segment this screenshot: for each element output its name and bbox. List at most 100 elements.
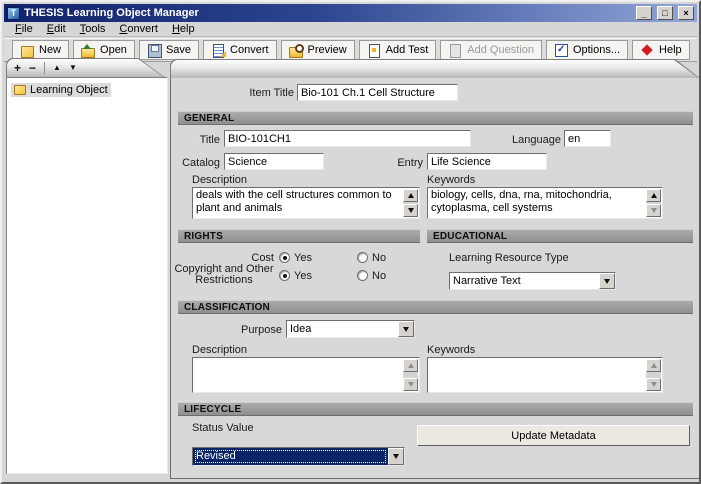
classification-description-textarea[interactable]: [192, 357, 420, 393]
copyright-yes-label: Yes: [294, 270, 312, 282]
keywords-textarea[interactable]: biology, cells, dna, rna, mitochondria, …: [427, 187, 663, 219]
purpose-label: Purpose: [171, 324, 282, 336]
learning-resource-type-dropdown[interactable]: Narrative Text: [449, 272, 616, 290]
app-icon: T: [7, 7, 20, 20]
educational-section-header: EDUCATIONAL: [427, 229, 693, 243]
scroll-down-icon[interactable]: [646, 378, 661, 391]
tree-toolbar-separator: [44, 62, 45, 74]
purpose-dropdown[interactable]: Idea: [286, 320, 415, 338]
description-label: Description: [192, 174, 247, 186]
learning-object-cube-icon: [14, 85, 26, 95]
maximize-button[interactable]: □: [657, 6, 673, 20]
options-button[interactable]: Options...: [546, 40, 628, 60]
entry-label: Entry: [371, 157, 423, 169]
copyright-label: Copyright and Other Restrictions: [171, 264, 277, 286]
classification-keywords-textarea[interactable]: [427, 357, 663, 393]
catalog-input[interactable]: [224, 153, 324, 170]
app-window: T THESIS Learning Object Manager _ □ × F…: [0, 0, 701, 484]
preview-button[interactable]: Preview: [281, 40, 355, 60]
general-section-header: GENERAL: [178, 111, 693, 125]
tree-move-down-button[interactable]: ▼: [69, 64, 77, 72]
tree-panel: Learning Object: [6, 77, 168, 474]
purpose-value: Idea: [287, 321, 398, 337]
menu-tools[interactable]: Tools: [73, 23, 113, 35]
description-scrollbar[interactable]: [403, 189, 418, 217]
add-question-icon: [448, 44, 463, 57]
learning-resource-type-label: Learning Resource Type: [449, 252, 569, 264]
add-test-button[interactable]: Add Test: [359, 40, 437, 60]
menu-bar: File Edit Tools Convert Help: [4, 22, 697, 37]
tree-add-button[interactable]: +: [14, 62, 21, 74]
options-checkbox-icon: [554, 44, 569, 57]
add-question-button: Add Question: [440, 40, 542, 60]
tree-item-learning-object[interactable]: Learning Object: [11, 83, 111, 97]
menu-edit[interactable]: Edit: [40, 23, 73, 35]
new-button-label: New: [39, 44, 61, 56]
scroll-down-icon[interactable]: [403, 204, 418, 217]
save-button-label: Save: [166, 44, 191, 56]
copyright-no-radio[interactable]: [357, 270, 368, 281]
close-button[interactable]: ×: [678, 6, 694, 20]
status-value-dropdown[interactable]: Revised: [192, 447, 405, 466]
title-bar[interactable]: T THESIS Learning Object Manager _ □ ×: [4, 4, 697, 22]
classification-keywords-scrollbar[interactable]: [646, 359, 661, 391]
keywords-scrollbar[interactable]: [646, 189, 661, 217]
scroll-up-icon[interactable]: [403, 359, 418, 372]
new-button[interactable]: New: [12, 40, 69, 60]
help-button-label: Help: [659, 44, 682, 56]
window-title: THESIS Learning Object Manager: [24, 7, 631, 19]
scroll-up-icon[interactable]: [646, 189, 661, 202]
learning-resource-type-value: Narrative Text: [450, 273, 599, 289]
preview-button-label: Preview: [308, 44, 347, 56]
scroll-up-icon[interactable]: [403, 189, 418, 202]
entry-input[interactable]: [427, 153, 547, 170]
classification-section-header: CLASSIFICATION: [178, 300, 693, 314]
add-test-button-label: Add Test: [386, 44, 429, 56]
menu-convert[interactable]: Convert: [112, 23, 165, 35]
title-input[interactable]: [224, 130, 471, 147]
menu-file[interactable]: File: [8, 23, 40, 35]
lifecycle-section-header: LIFECYCLE: [178, 402, 693, 416]
convert-button-label: Convert: [230, 44, 269, 56]
description-textarea[interactable]: deals with the cell structures common to…: [192, 187, 420, 219]
save-button[interactable]: Save: [139, 40, 199, 60]
scroll-down-icon[interactable]: [646, 204, 661, 217]
new-document-icon: [20, 44, 35, 57]
rights-section-header: RIGHTS: [178, 229, 420, 243]
minimize-button[interactable]: _: [636, 6, 652, 20]
save-disk-icon: [147, 44, 162, 57]
convert-button[interactable]: Convert: [203, 40, 277, 60]
chevron-down-icon[interactable]: [599, 273, 615, 289]
tree-item-label: Learning Object: [30, 84, 108, 96]
scroll-up-icon[interactable]: [646, 359, 661, 372]
help-button[interactable]: Help: [632, 40, 690, 60]
convert-document-icon: [211, 44, 226, 57]
menu-help[interactable]: Help: [165, 23, 202, 35]
catalog-label: Catalog: [171, 157, 220, 169]
copyright-yes-radio[interactable]: [279, 270, 290, 281]
chevron-down-icon[interactable]: [398, 321, 414, 337]
cost-yes-radio[interactable]: [279, 252, 290, 263]
chevron-down-icon[interactable]: [388, 448, 404, 465]
add-test-icon: [367, 44, 382, 57]
open-folder-icon: [81, 44, 96, 57]
tree-move-up-button[interactable]: ▲: [53, 64, 61, 72]
status-value-label: Status Value: [192, 422, 254, 434]
title-label: Title: [171, 134, 220, 146]
item-title-input[interactable]: [297, 84, 458, 101]
open-button[interactable]: Open: [73, 40, 135, 60]
cost-yes-label: Yes: [294, 252, 312, 264]
status-value: Revised: [193, 448, 388, 465]
copyright-no-label: No: [372, 270, 386, 282]
tree-remove-button[interactable]: −: [29, 62, 36, 74]
preview-icon: [289, 44, 304, 57]
cost-no-radio[interactable]: [357, 252, 368, 263]
help-diamond-icon: [640, 44, 655, 57]
tree-toolbar: + − ▲ ▼: [14, 60, 77, 76]
description-text: deals with the cell structures common to…: [196, 189, 401, 215]
keywords-label: Keywords: [427, 174, 475, 186]
classification-description-scrollbar[interactable]: [403, 359, 418, 391]
update-metadata-button[interactable]: Update Metadata: [417, 425, 690, 446]
scroll-down-icon[interactable]: [403, 378, 418, 391]
language-input[interactable]: [564, 130, 611, 147]
